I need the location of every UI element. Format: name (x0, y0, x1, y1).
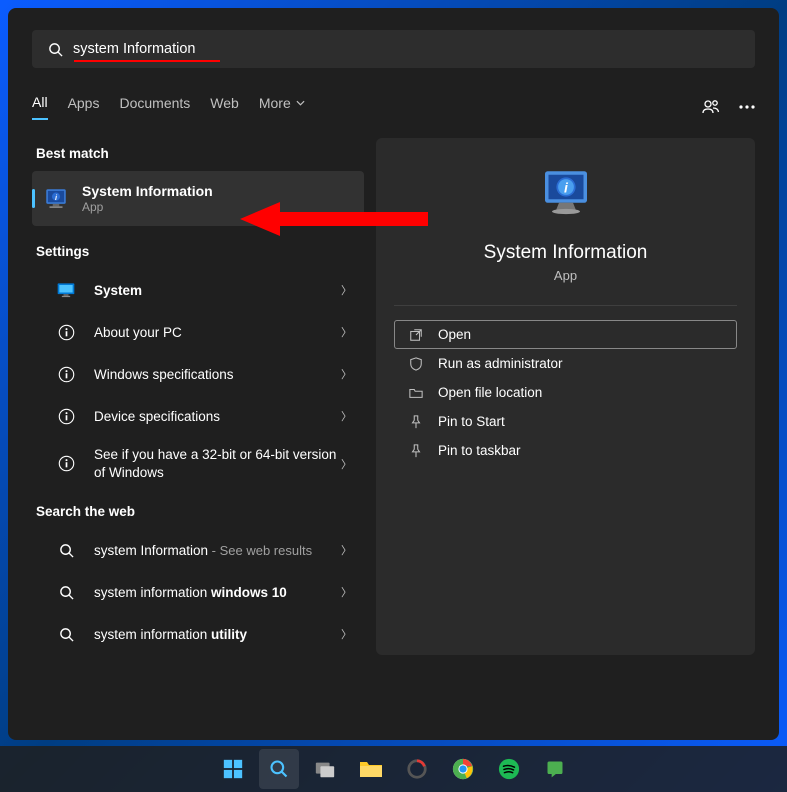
preview-sysinfo-icon: i (394, 166, 737, 222)
chevron-right-icon: 〉 (341, 408, 352, 424)
action-run-admin[interactable]: Run as administrator (394, 349, 737, 378)
preview-subtitle: App (394, 268, 737, 283)
people-icon[interactable] (701, 97, 721, 117)
taskbar-spotify[interactable] (489, 749, 529, 789)
info-icon (54, 362, 78, 386)
search-icon (54, 622, 78, 646)
info-icon (54, 452, 78, 476)
section-settings: Settings (36, 244, 364, 259)
chevron-right-icon: 〉 (341, 542, 352, 558)
action-pin-start[interactable]: Pin to Start (394, 407, 737, 436)
filter-tabs: All Apps Documents Web More (32, 94, 755, 120)
taskbar-app-loading[interactable] (397, 749, 437, 789)
web-result-3[interactable]: system information utility 〉 (32, 613, 364, 655)
taskbar-chrome[interactable] (443, 749, 483, 789)
taskbar-search[interactable] (259, 749, 299, 789)
tab-apps[interactable]: Apps (68, 95, 100, 119)
taskbar-app-green[interactable] (535, 749, 575, 789)
display-icon (54, 278, 78, 302)
settings-device-specs[interactable]: Device specifications 〉 (32, 395, 364, 437)
tab-more[interactable]: More (259, 95, 305, 119)
best-match-result[interactable]: i System Information App (32, 171, 364, 226)
chevron-right-icon: 〉 (341, 366, 352, 382)
search-icon (54, 580, 78, 604)
settings-system[interactable]: System 〉 (32, 269, 364, 311)
section-search-web: Search the web (36, 504, 364, 519)
folder-icon (408, 386, 424, 400)
chevron-right-icon: 〉 (341, 626, 352, 642)
pin-icon (408, 444, 424, 458)
search-input-text: system Information (73, 41, 196, 57)
web-result-1[interactable]: system Information - See web results 〉 (32, 529, 364, 571)
info-icon (54, 320, 78, 344)
tab-all[interactable]: All (32, 94, 48, 120)
web-result-2[interactable]: system information windows 10 〉 (32, 571, 364, 613)
taskbar-file-explorer[interactable] (351, 749, 391, 789)
results-list: Best match i System Information App Sett… (32, 138, 364, 655)
info-icon (54, 404, 78, 428)
results-content: Best match i System Information App Sett… (32, 138, 755, 655)
pin-icon (408, 415, 424, 429)
divider (394, 305, 737, 306)
sysinfo-icon: i (42, 185, 70, 213)
chevron-right-icon: 〉 (341, 456, 352, 472)
preview-title: System Information (394, 242, 737, 264)
best-match-title: System Information (82, 183, 354, 199)
settings-about-pc[interactable]: About your PC 〉 (32, 311, 364, 353)
chevron-right-icon: 〉 (341, 324, 352, 340)
tab-documents[interactable]: Documents (119, 95, 190, 119)
action-open[interactable]: Open (394, 320, 737, 349)
more-options-icon[interactable] (739, 105, 755, 109)
taskbar (0, 746, 787, 792)
settings-windows-specs[interactable]: Windows specifications 〉 (32, 353, 364, 395)
search-icon (54, 538, 78, 562)
tab-web[interactable]: Web (210, 95, 239, 119)
annotation-underline (74, 60, 220, 62)
action-open-location[interactable]: Open file location (394, 378, 737, 407)
search-box[interactable]: system Information (32, 30, 755, 68)
search-icon (48, 42, 63, 57)
chevron-right-icon: 〉 (341, 584, 352, 600)
chevron-down-icon (296, 100, 305, 106)
taskbar-task-view[interactable] (305, 749, 345, 789)
start-button[interactable] (213, 749, 253, 789)
open-icon (408, 328, 424, 342)
start-search-window: system Information All Apps Documents We… (8, 8, 779, 740)
chevron-right-icon: 〉 (341, 282, 352, 298)
best-match-subtitle: App (82, 200, 354, 214)
action-pin-taskbar[interactable]: Pin to taskbar (394, 436, 737, 465)
settings-32-64-bit[interactable]: See if you have a 32-bit or 64-bit versi… (32, 437, 364, 490)
result-preview-panel: i System Information App Open Run as adm… (376, 138, 755, 655)
section-best-match: Best match (36, 146, 364, 161)
shield-icon (408, 357, 424, 371)
